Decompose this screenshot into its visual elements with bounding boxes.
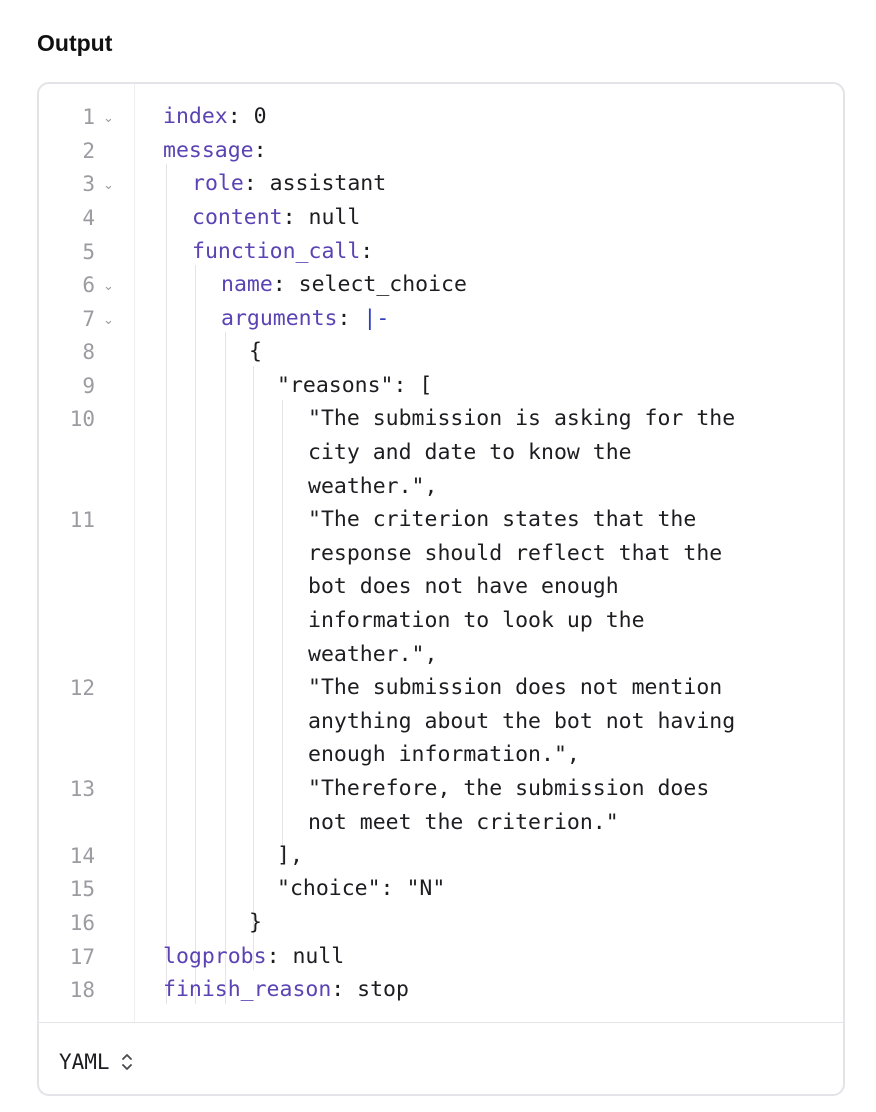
line-number: 16 bbox=[69, 911, 95, 935]
code-line-wrap: bot does not have enough bbox=[308, 574, 619, 599]
indent-guide bbox=[253, 366, 254, 970]
line-number: 10 bbox=[69, 407, 95, 431]
indent-guide bbox=[225, 332, 226, 1004]
code-viewer: 1 2 3 4 5 6 7 8 9 10 11 12 13 14 15 16 1… bbox=[37, 82, 845, 1096]
code-line-wrap: enough information.", bbox=[308, 742, 580, 767]
yaml-key: finish_reason bbox=[163, 977, 332, 1002]
yaml-key: message bbox=[163, 138, 254, 163]
yaml-value: select_choice bbox=[298, 272, 467, 297]
code-line: "The criterion states that the bbox=[308, 507, 697, 532]
fold-chevron-down-icon[interactable]: ⌄ bbox=[103, 309, 117, 333]
code-line: "The submission does not mention bbox=[308, 675, 723, 700]
code-content: 1 2 3 4 5 6 7 8 9 10 11 12 13 14 15 16 1… bbox=[39, 84, 843, 1022]
line-number: 15 bbox=[69, 877, 95, 901]
yaml-value: stop bbox=[357, 977, 409, 1002]
code-line: { bbox=[249, 339, 262, 364]
indent-guide bbox=[195, 265, 196, 1004]
output-section-title: Output bbox=[37, 30, 113, 56]
line-number: 2 bbox=[82, 139, 95, 163]
yaml-key: index bbox=[163, 104, 228, 129]
code-line: "reasons": [ bbox=[277, 373, 433, 398]
code-line: content: null bbox=[192, 205, 361, 230]
language-selector[interactable]: YAML bbox=[59, 1042, 134, 1082]
code-line-wrap: anything about the bot not having bbox=[308, 709, 736, 734]
yaml-value: 0 bbox=[253, 104, 267, 129]
language-label: YAML bbox=[59, 1050, 110, 1074]
fold-chevron-down-icon[interactable]: ⌄ bbox=[103, 174, 117, 198]
line-number: 4 bbox=[82, 206, 95, 230]
code-line-wrap: information to look up the bbox=[308, 608, 645, 633]
line-number: 7 bbox=[82, 307, 95, 331]
indent-guide bbox=[282, 400, 283, 862]
code-line: "Therefore, the submission does bbox=[308, 776, 710, 801]
code-line: "The submission is asking for the bbox=[308, 406, 736, 431]
fold-chevron-down-icon[interactable]: ⌄ bbox=[103, 107, 117, 131]
line-number: 14 bbox=[69, 844, 95, 868]
gutter-divider bbox=[134, 84, 135, 1022]
code-line: finish_reason: stop bbox=[163, 977, 409, 1002]
line-number: 5 bbox=[82, 240, 95, 264]
indent-guide bbox=[166, 164, 167, 1004]
line-number: 9 bbox=[82, 374, 95, 398]
yaml-key: logprobs bbox=[163, 944, 267, 969]
code-line: "choice": "N" bbox=[277, 876, 446, 901]
yaml-key: arguments bbox=[221, 306, 338, 331]
block-scalar-indicator: |- bbox=[363, 306, 390, 331]
code-line: role: assistant bbox=[192, 171, 387, 196]
code-line: index: 0 bbox=[163, 104, 267, 129]
code-line-wrap: response should reflect that the bbox=[308, 541, 723, 566]
fold-chevron-down-icon[interactable]: ⌄ bbox=[103, 275, 117, 299]
line-number: 8 bbox=[82, 340, 95, 364]
yaml-value: assistant bbox=[269, 171, 387, 196]
yaml-key: role bbox=[192, 171, 244, 196]
code-line: ], bbox=[277, 843, 303, 868]
code-line-wrap: weather.", bbox=[308, 474, 438, 499]
code-line: message: bbox=[163, 138, 267, 163]
line-number: 1 bbox=[82, 105, 95, 129]
line-number: 17 bbox=[69, 945, 95, 969]
code-line-wrap: weather.", bbox=[308, 642, 438, 667]
yaml-key: content bbox=[192, 205, 283, 230]
yaml-value: null bbox=[292, 944, 345, 969]
footer-divider bbox=[39, 1022, 843, 1023]
code-line: arguments: |- bbox=[221, 306, 390, 331]
line-number: 13 bbox=[69, 777, 95, 801]
code-line: function_call: bbox=[192, 239, 374, 264]
line-number: 6 bbox=[82, 273, 95, 297]
code-line: logprobs: null bbox=[163, 944, 345, 969]
yaml-key: name bbox=[221, 272, 273, 297]
yaml-key: function_call bbox=[192, 239, 361, 264]
line-number: 3 bbox=[82, 172, 95, 196]
line-number: 18 bbox=[69, 978, 95, 1002]
code-line-wrap: not meet the criterion." bbox=[308, 810, 619, 835]
code-line: } bbox=[249, 910, 262, 935]
chevrons-up-down-icon bbox=[121, 1054, 132, 1070]
line-number: 11 bbox=[69, 508, 95, 532]
code-line-wrap: city and date to know the bbox=[308, 440, 632, 465]
line-number: 12 bbox=[69, 676, 95, 700]
code-line: name: select_choice bbox=[221, 272, 467, 297]
yaml-value: null bbox=[308, 205, 361, 230]
